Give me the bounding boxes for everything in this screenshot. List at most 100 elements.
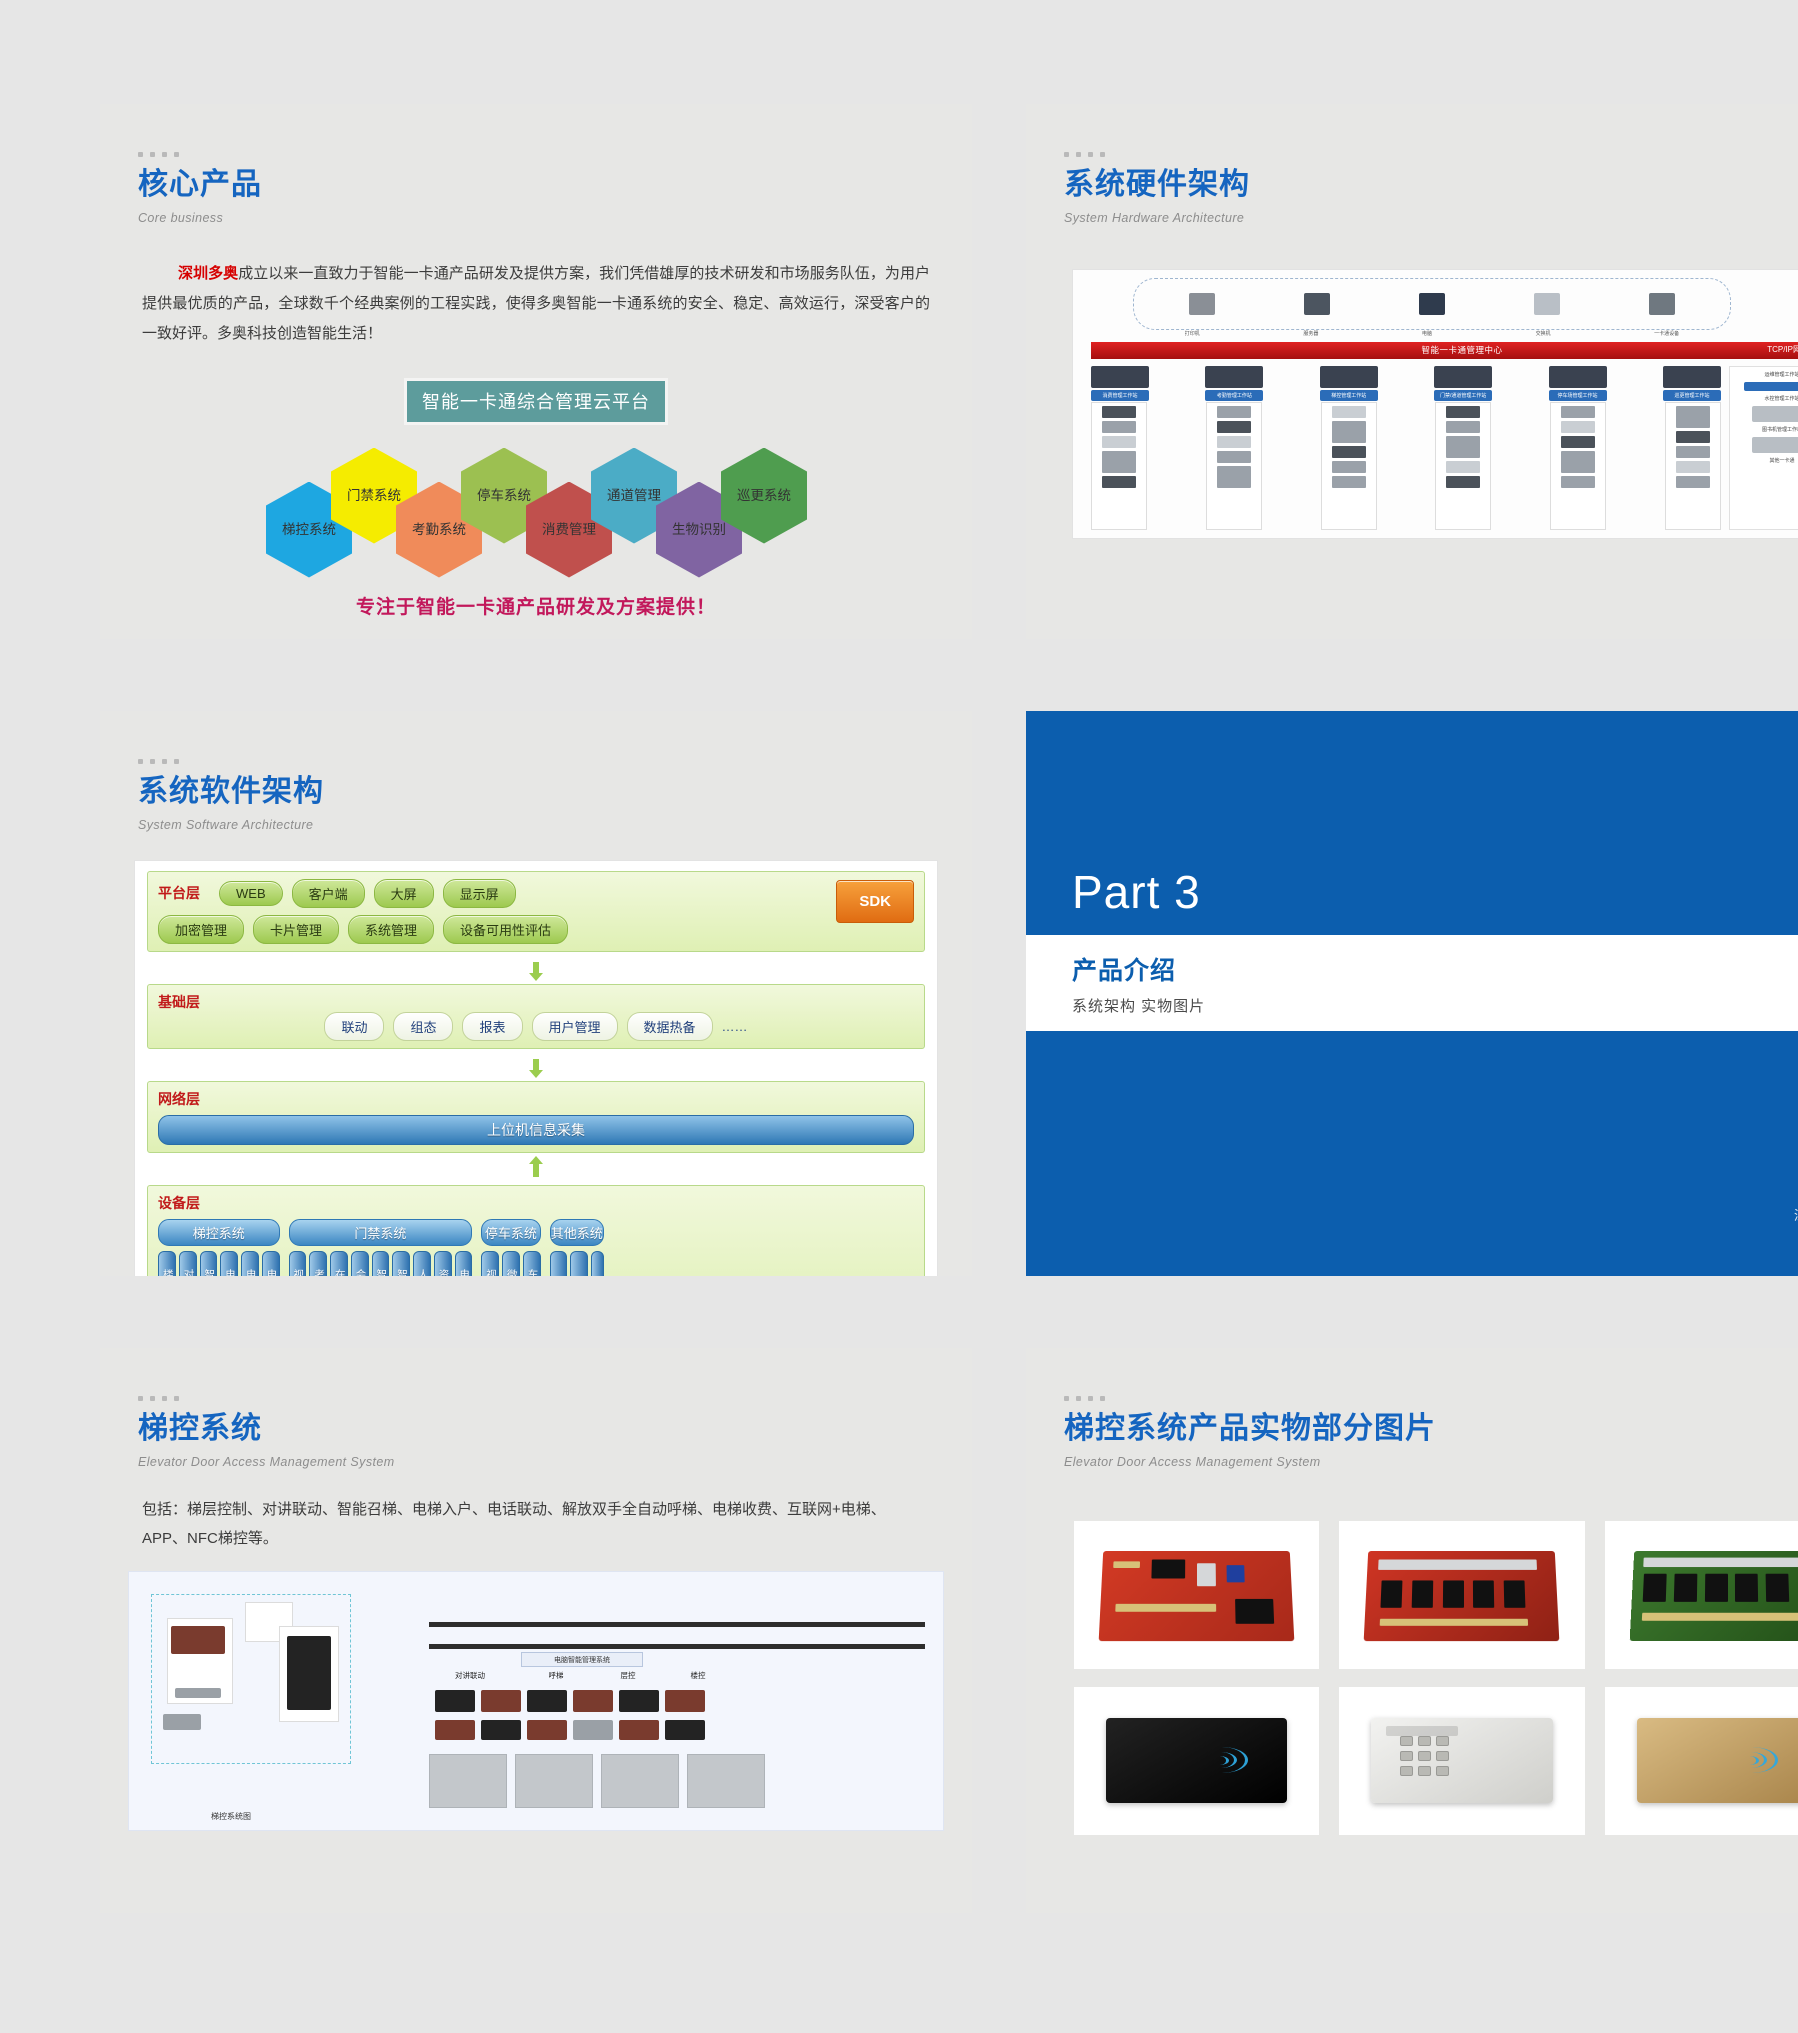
device-thumb [481,1690,521,1712]
chip-elevator-mgmt[interactable]: 电梯管理 [241,1250,259,1276]
device-column [1320,401,1377,530]
base-ellipsis: …… [721,1018,748,1034]
chip-smart-locker[interactable]: 智能储物 [392,1250,410,1276]
presentation-page: 核心产品 Core business 深圳多奥成立以来一直致力于智能一卡通产品研… [0,0,1798,2033]
arrow-network-to-device [529,1155,543,1182]
workstation: 巡更管理工作站 [1662,365,1721,401]
layer-label: 网络层 [158,1090,200,1107]
photo-gold-rfid-panel[interactable] [1604,1686,1798,1835]
photo-green-relay-board[interactable] [1604,1520,1798,1669]
brand-mark: 深圳多奥 [1794,1205,1798,1224]
pc-icon [1205,365,1264,388]
bus-line-bottom [429,1644,925,1649]
reader-device [163,1714,201,1730]
device-group-parking: 停车系统 视频车位 微波引导 车型识别 [481,1218,541,1276]
pill-encryption-mgmt[interactable]: 加密管理 [158,914,245,944]
pcb-illustration [1629,1550,1798,1641]
chip-online-patrol[interactable]: 在线巡更 [330,1250,348,1276]
pill-display[interactable]: 显示屏 [442,878,516,908]
device-thumb [435,1720,475,1740]
slide-core-business: 核心产品 Core business 深圳多奥成立以来一直致力于智能一卡通产品研… [100,104,972,639]
device-thumb [527,1720,567,1740]
chip-vehicle-recognition[interactable]: 车型识别 [522,1250,541,1276]
part-subtitle: 系统架构 实物图片 [1072,998,1206,1015]
chip-elevator-monitor[interactable]: 电梯监测 [261,1250,280,1276]
photo-black-rfid-panel[interactable] [1074,1686,1320,1835]
chip-personnel-locating[interactable]: 人员定位 [413,1250,431,1276]
workstation-label: 梯控管理工作站 [1319,389,1378,401]
pill-availability[interactable]: 设备可用性评估 [443,914,569,944]
device-column [1205,401,1262,530]
printer-icon [1188,292,1215,315]
decor-dots [138,759,972,764]
chip-elevator-home[interactable]: 电梯入户 [220,1250,238,1276]
indoor-station-device [287,1636,331,1710]
layer-platform: 平台层 WEB 客户端 大屏 显示屏 加密管理 卡片管理 系统管理 设备可用性评… [147,870,925,952]
brand-name: 深圳多奥 [178,264,239,282]
rfid-wave-icon [1744,1746,1779,1773]
right-panel-label: 图书机管理工作站 [1761,426,1798,433]
pc-icon [1091,365,1149,388]
chip-intercom-linkage[interactable]: 对讲联动 [178,1250,197,1276]
photo-red-controller-board[interactable] [1074,1520,1320,1669]
device-thumb [573,1720,613,1740]
right-panel-bar [1744,381,1798,391]
chip-smart-call[interactable]: 智能召梯 [199,1250,218,1276]
pill-web[interactable]: WEB [219,880,283,906]
decor-dots [138,152,972,157]
page-title: 系统硬件架构 [1064,168,1250,201]
panel-illustration [1636,1717,1798,1804]
branch-intercom-linkage: 对讲联动 [455,1671,485,1680]
network-label: TCP/IP网络 [1767,344,1798,354]
panel-illustration [1371,1717,1553,1804]
pill-linkage[interactable]: 联动 [324,1011,385,1041]
elevator-description: 包括：梯层控制、对讲联动、智能召梯、电梯入户、电话联动、解放双手全自动呼梯、电梯… [142,1500,886,1547]
chip-power-control[interactable]: 电控 [570,1250,588,1276]
pill-report[interactable]: 报表 [462,1011,523,1041]
chip-floor-mgmt[interactable]: 楼层管理 [158,1250,176,1276]
photo-red-relay-board[interactable] [1339,1520,1585,1669]
chip-asset-mgmt[interactable]: 资产管理 [433,1250,452,1276]
pill-user-mgmt[interactable]: 用户管理 [531,1011,618,1041]
card-device-icon [1649,292,1676,315]
branch-building-control: 楼控 [690,1671,706,1680]
right-panel-label: 水控管理工作站 [1764,395,1798,402]
device-thumb [619,1690,659,1712]
page-title: 梯控系统产品实物部分图片 [1064,1412,1436,1445]
pill-system-mgmt[interactable]: 系统管理 [348,914,435,944]
group-head: 停车系统 [481,1218,541,1246]
chip-meeting-signin[interactable]: 会议签到 [350,1250,369,1276]
chip-other[interactable]: 其他 [591,1250,604,1276]
device-column [1091,401,1147,530]
workstation-row: 消费管理工作站 考勤管理工作站 梯控管理工作站 门禁/通道管理工作站 停车场管理… [1091,365,1721,401]
top-device-label: 交换机 [1535,330,1551,337]
upper-machine-collection-bar: 上位机信息采集 [158,1114,914,1145]
pill-configuration[interactable]: 组态 [393,1011,454,1041]
layer-label: 平台层 [158,885,200,901]
pill-card-mgmt[interactable]: 卡片管理 [253,914,340,944]
page-title: 核心产品 [138,168,262,201]
slide-software-architecture: 系统软件架构 System Software Architecture 平台层 … [100,711,972,1276]
device-thumb [527,1690,567,1712]
chip-smart-channel[interactable]: 智能通道 [371,1250,390,1276]
central-computer-hub: 电脑智能管理系统 [521,1652,643,1667]
sdk-badge[interactable]: SDK [836,879,914,923]
pill-bigscreen[interactable]: 大屏 [373,878,434,908]
chip-attendance-mgmt[interactable]: 考勤管理 [309,1250,327,1276]
group-head: 门禁系统 [288,1218,473,1246]
chip-video-parking-space[interactable]: 视频车位 [481,1250,499,1276]
chip-microwave-guidance[interactable]: 微波引导 [502,1250,520,1276]
page-title: 梯控系统 [138,1412,262,1445]
panel-illustration [1105,1717,1288,1804]
pill-data-backup[interactable]: 数据热备 [626,1011,713,1041]
photo-silver-keypad-panel[interactable] [1339,1686,1585,1835]
group-head: 其他系统 [549,1218,604,1246]
device-groups: 梯控系统 楼层管理 对讲联动 智能召梯 电梯入户 电梯管理 电梯监测 [158,1218,914,1276]
group-items: 楼层管理 对讲联动 智能召梯 电梯入户 电梯管理 电梯监测 [158,1250,280,1276]
chip-electronic-map[interactable]: 电子地图 [454,1250,473,1276]
right-device-panel: 运维管理工作站 水控管理工作站 图书机管理工作站 其他一卡通 [1729,365,1798,530]
chip-water-control[interactable]: 水控 [549,1250,568,1276]
top-device-label: 服务器 [1303,330,1319,337]
pill-client[interactable]: 客户端 [291,878,365,908]
chip-video-access[interactable]: 视频门禁 [288,1250,307,1276]
